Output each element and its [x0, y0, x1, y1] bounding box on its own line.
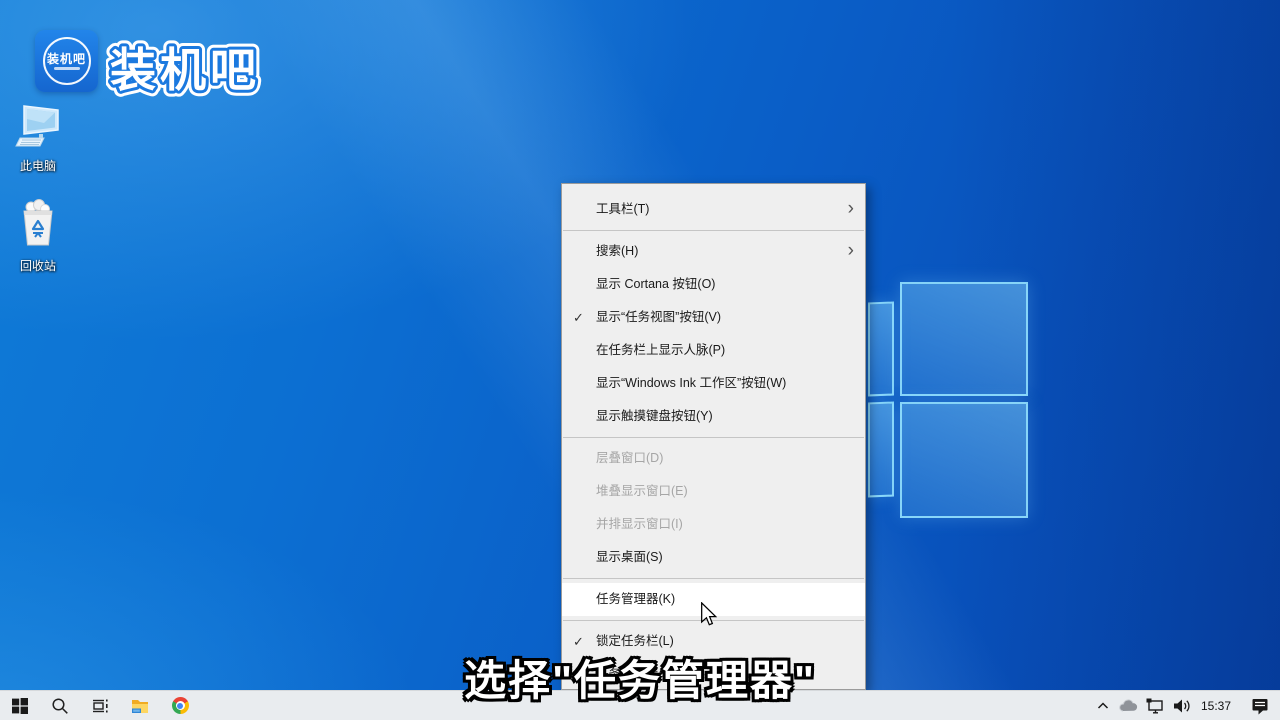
windows-logo-pane — [868, 402, 894, 498]
menu-item-show-windows-ink[interactable]: 显示“Windows Ink 工作区”按钮(W) — [562, 367, 865, 400]
menu-separator — [563, 230, 864, 231]
windows-logo-pane — [868, 302, 894, 397]
desktop: 装机吧 装机吧 装机吧 装机吧 此电脑 — [0, 0, 1280, 720]
desktop-icon-label: 此电脑 — [0, 157, 76, 174]
caption-subtitle: 选择"任务管理器" — [0, 647, 1280, 708]
brand-badge-subtext-decoration — [54, 67, 80, 70]
submenu-arrow-icon: › — [848, 234, 854, 267]
brand-badge-text: 装机吧 — [47, 53, 86, 65]
mouse-cursor — [700, 602, 717, 632]
menu-separator — [563, 578, 864, 579]
menu-item-toolbars[interactable]: 工具栏(T) › — [562, 193, 865, 226]
menu-item-show-cortana-button[interactable]: 显示 Cortana 按钮(O) — [562, 268, 865, 301]
menu-item-stacked-windows: 堆叠显示窗口(E) — [562, 475, 865, 508]
checkmark-icon: ✓ — [573, 301, 584, 334]
brand-title-text: 装机吧 装机吧 装机吧 — [106, 32, 296, 104]
brand-badge-circle: 装机吧 — [43, 37, 91, 85]
menu-item-cascade-windows: 层叠窗口(D) — [562, 442, 865, 475]
menu-separator — [563, 437, 864, 438]
brand-logo: 装机吧 装机吧 装机吧 装机吧 — [35, 30, 296, 104]
brand-badge-icon: 装机吧 — [35, 30, 98, 92]
menu-item-show-people[interactable]: 在任务栏上显示人脉(P) — [562, 334, 865, 367]
submenu-arrow-icon: › — [848, 192, 854, 225]
desktop-icon-recycle-bin[interactable]: 回收站 — [0, 199, 76, 274]
windows-logo-pane — [900, 402, 1028, 518]
this-pc-icon — [14, 103, 62, 149]
recycle-bin-icon — [14, 199, 62, 249]
menu-item-side-by-side-windows: 并排显示窗口(I) — [562, 508, 865, 541]
menu-item-show-touch-keyboard[interactable]: 显示触摸键盘按钮(Y) — [562, 400, 865, 433]
windows-logo-pane — [900, 282, 1028, 396]
desktop-icon-label: 回收站 — [0, 257, 76, 274]
menu-item-search[interactable]: 搜索(H) › — [562, 235, 865, 268]
svg-text:装机吧: 装机吧 — [110, 44, 260, 96]
menu-item-show-task-view-button[interactable]: ✓ 显示“任务视图”按钮(V) — [562, 301, 865, 334]
desktop-icon-this-pc[interactable]: 此电脑 — [0, 103, 76, 174]
menu-item-show-desktop[interactable]: 显示桌面(S) — [562, 541, 865, 574]
windows-logo-watermark — [868, 280, 1030, 520]
